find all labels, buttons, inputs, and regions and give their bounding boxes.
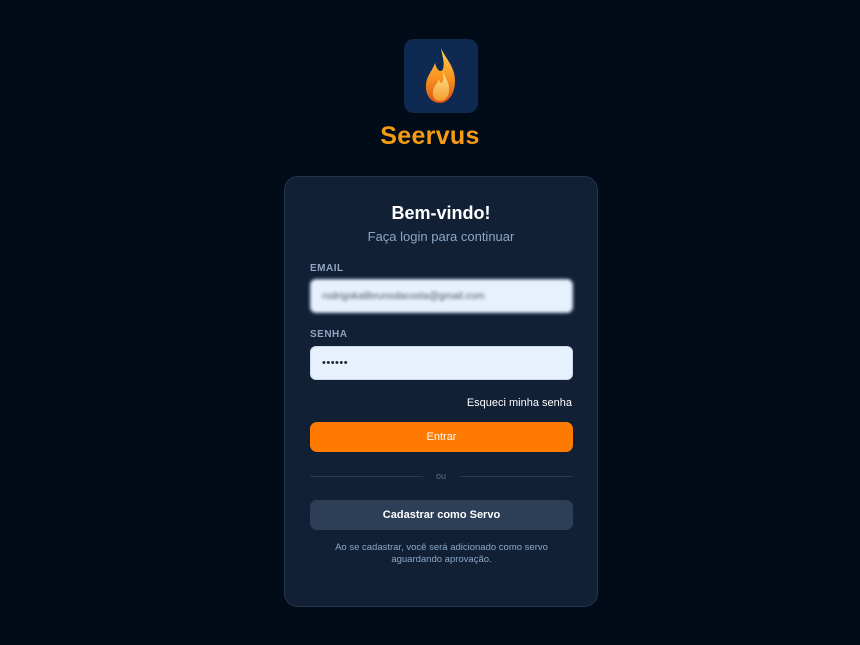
- register-note: Ao se cadastrar, você será adicionado co…: [335, 542, 548, 565]
- password-field[interactable]: [310, 346, 573, 380]
- login-card: Bem-vindo! Faça login para continuar EMA…: [284, 176, 598, 607]
- login-button[interactable]: Entrar: [310, 422, 573, 452]
- email-field[interactable]: [310, 279, 573, 313]
- flame-icon: [425, 48, 455, 103]
- register-button[interactable]: Cadastrar como Servo: [310, 500, 573, 530]
- card-title: Bem-vindo!: [391, 203, 491, 223]
- app-logo: [404, 39, 478, 113]
- email-label: EMAIL: [310, 263, 344, 274]
- card-subtitle: Faça login para continuar: [367, 229, 515, 244]
- brand-name: Seervus: [380, 122, 480, 150]
- login-page: Seervus Bem-vindo! Faça login para conti…: [0, 0, 860, 645]
- forgot-password-link[interactable]: Esqueci minha senha: [467, 397, 572, 409]
- password-label: SENHA: [310, 329, 348, 340]
- divider-line-right: [460, 476, 573, 477]
